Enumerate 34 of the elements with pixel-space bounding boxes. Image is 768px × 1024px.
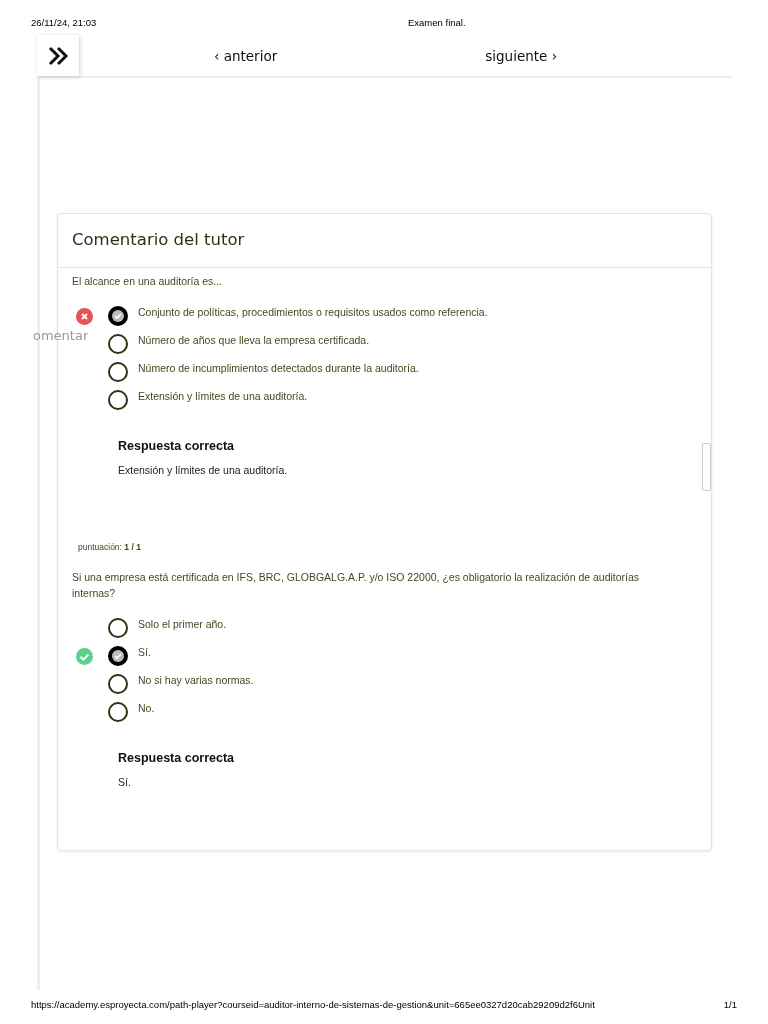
- correct-answer-text: Extensión y límites de una auditoría.: [118, 464, 289, 476]
- score-text: puntuación: 1 / 1: [78, 542, 142, 552]
- radio-button[interactable]: [108, 362, 128, 382]
- scrollbar[interactable]: [702, 443, 711, 491]
- radio-button[interactable]: [108, 334, 128, 354]
- side-label: omentar: [33, 328, 89, 343]
- radio-button[interactable]: [108, 306, 128, 326]
- expand-menu-button[interactable]: [37, 35, 79, 76]
- previous-link[interactable]: ‹ anterior: [214, 47, 278, 64]
- double-chevron-icon: [47, 44, 69, 67]
- radio-button[interactable]: [108, 646, 128, 666]
- question-text: Si una empresa está certificada en IFS, BRC, GLOBGALG.A.P. y/o ISO 22000, ¿es obligatorio la realización de auditorías internas?: [72, 570, 641, 601]
- question-text: El alcance en una auditoría es...: [72, 274, 223, 289]
- option-label: Solo el primer año.: [138, 618, 227, 630]
- option-label: Número de años que lleva la empresa certificada.: [138, 334, 370, 346]
- answer-heading: Respuesta correcta: [118, 751, 236, 765]
- option-label: Sí.: [138, 646, 151, 658]
- radio-button[interactable]: [108, 702, 128, 722]
- print-url: https://academy.esproyecta.com/path-player?courseid=auditor-interno-de-sistemas-de-gestion&unit=665ee0327d20cab29209d2f6Unit: [31, 999, 595, 1010]
- card-title: Comentario del tutor: [58, 214, 711, 268]
- print-date: 26/11/24, 21:03: [31, 17, 98, 30]
- next-link[interactable]: siguiente ›: [485, 47, 558, 64]
- option-label: Número de incumplimientos detectados durante la auditoría.: [138, 362, 419, 374]
- option-label: No.: [138, 702, 155, 714]
- option-label: No si hay varias normas.: [138, 674, 254, 686]
- radio-button[interactable]: [108, 390, 128, 410]
- answer-heading: Respuesta correcta: [118, 439, 236, 453]
- option-label: Conjunto de políticas, procedimientos o requisitos usados como referencia.: [138, 306, 488, 318]
- option-label: Extensión y límites de una auditoría.: [138, 390, 308, 402]
- print-title: Examen final.: [408, 17, 466, 30]
- page-number: 1/1: [723, 999, 737, 1010]
- correct-answer-text: Sí.: [118, 776, 132, 788]
- radio-button[interactable]: [108, 674, 128, 694]
- radio-button[interactable]: [108, 618, 128, 638]
